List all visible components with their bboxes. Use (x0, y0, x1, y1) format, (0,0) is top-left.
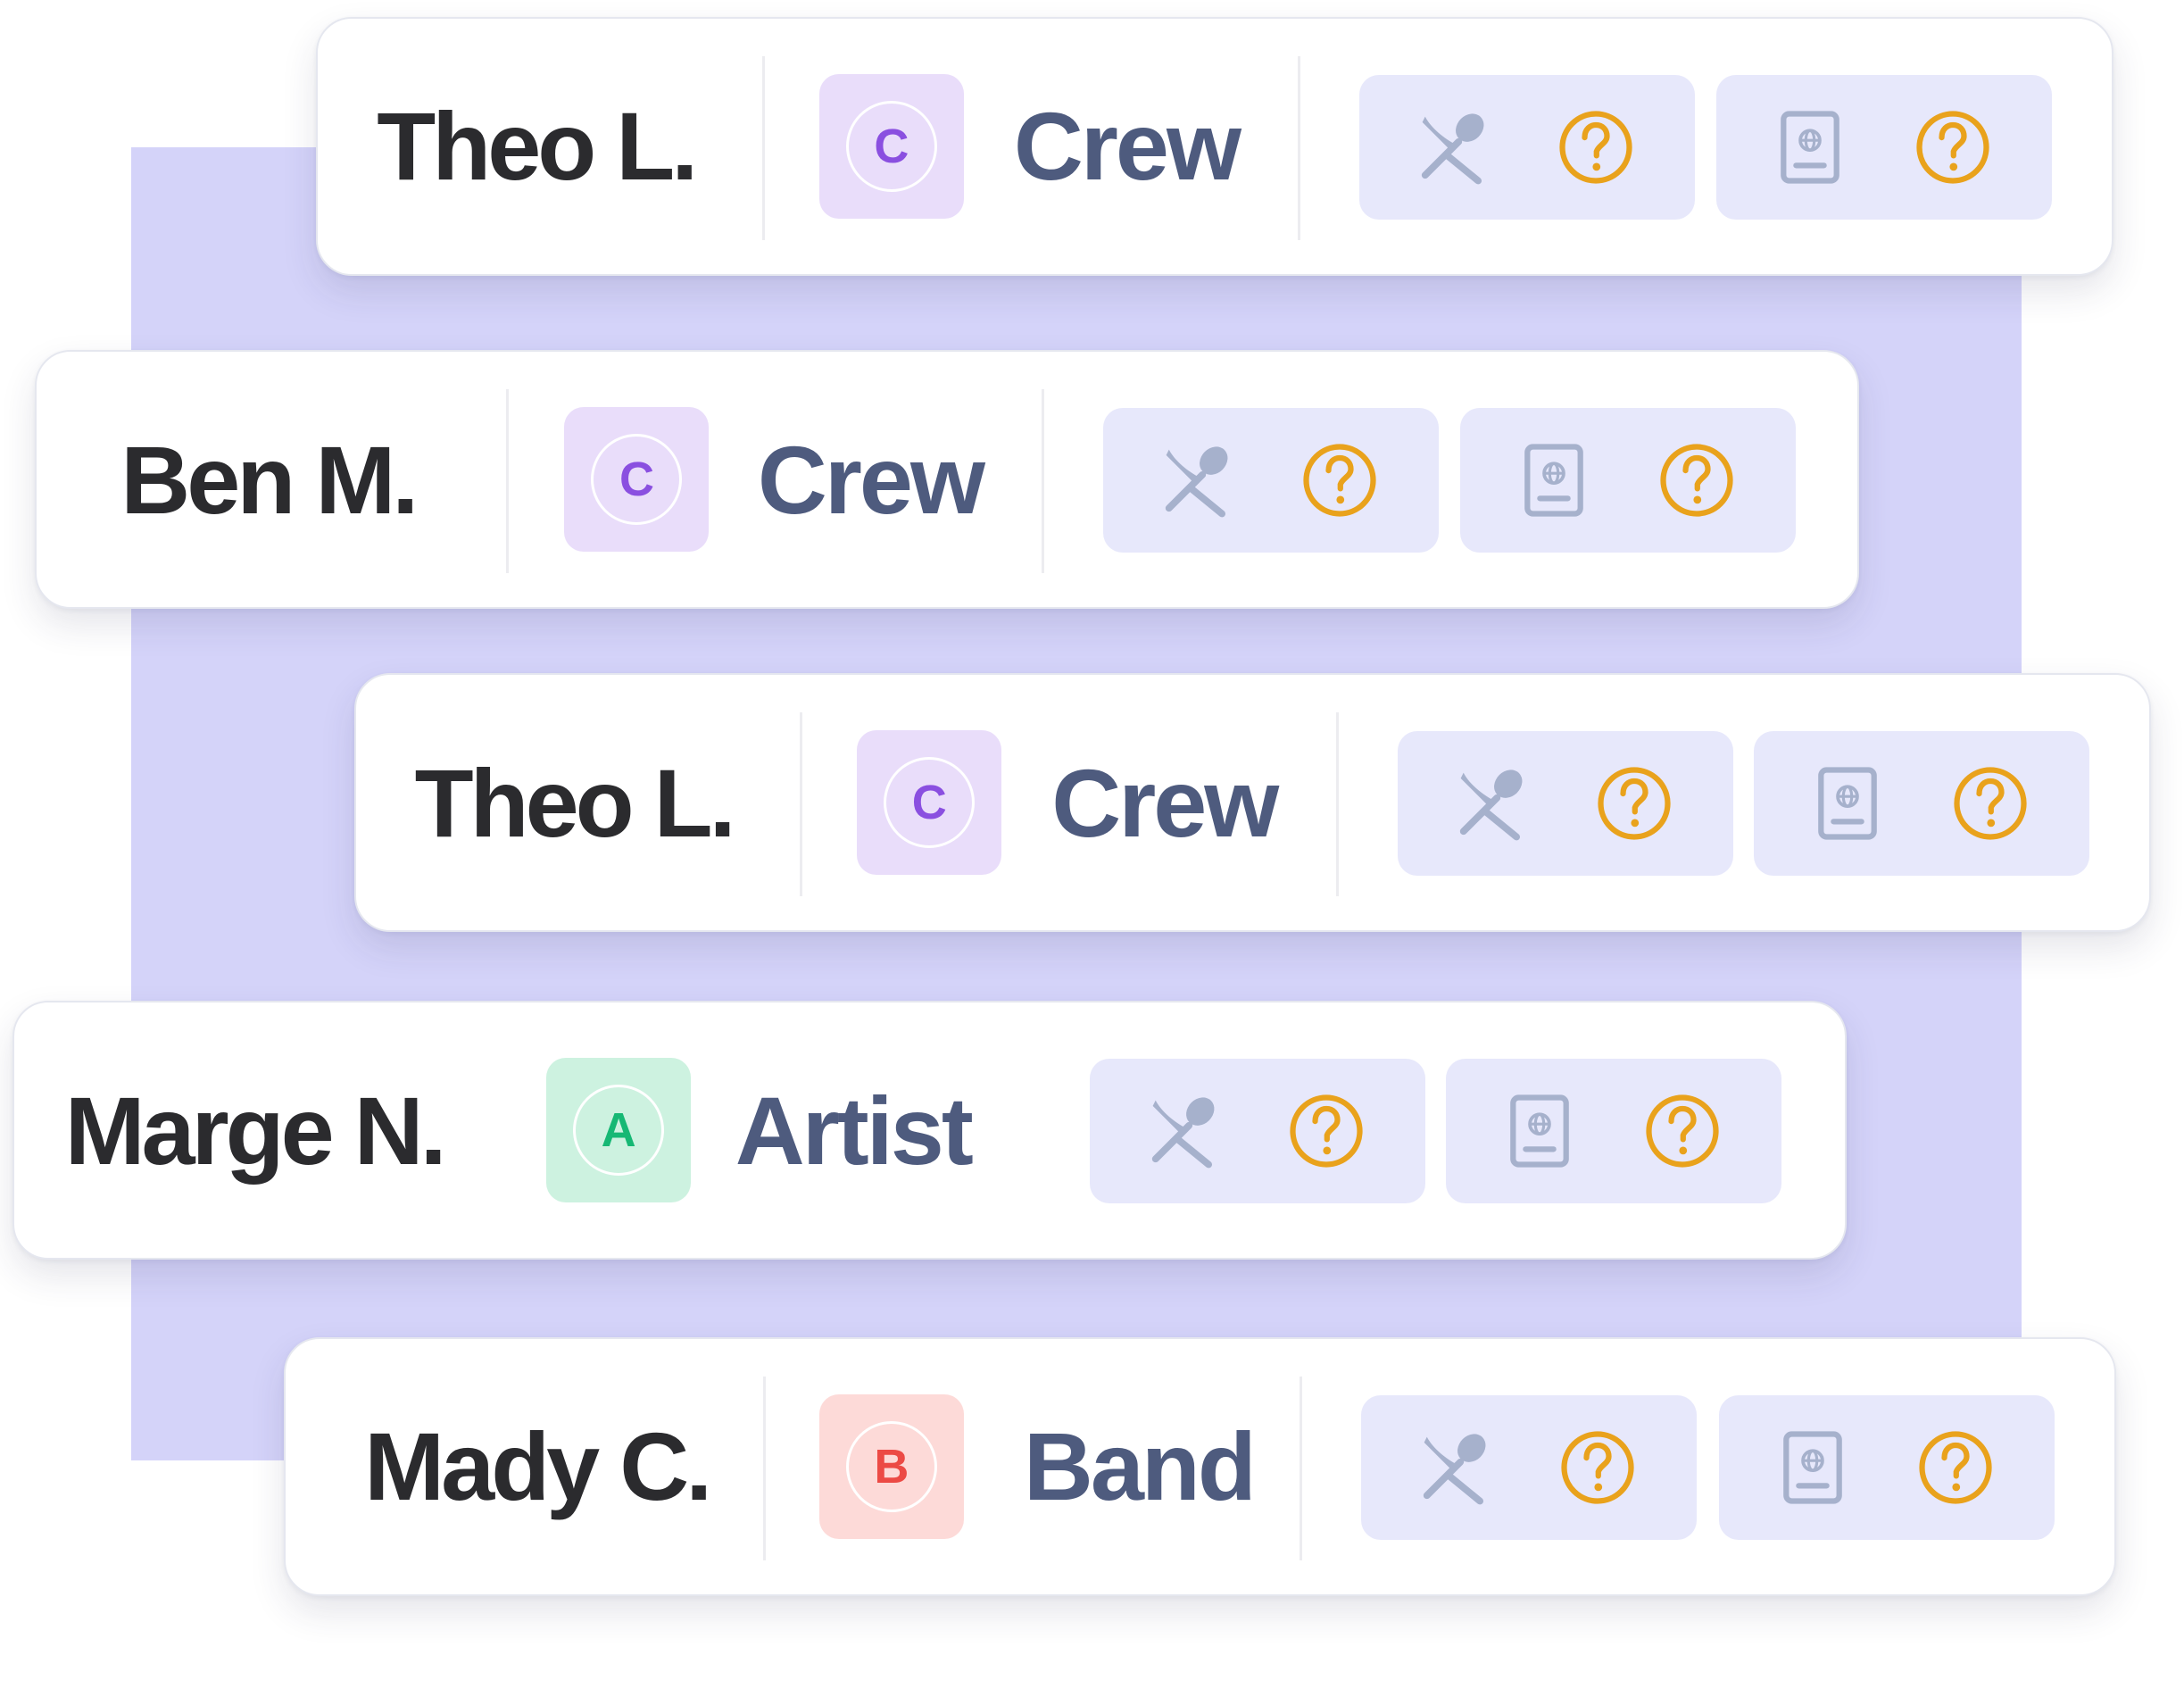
column-divider (1335, 712, 1339, 897)
role-letter: C (845, 100, 937, 192)
passport-icon (1495, 1086, 1584, 1176)
person-row[interactable]: Ben M. C Crew (35, 350, 1859, 610)
role-badge: A (546, 1058, 692, 1203)
role-letter: A (573, 1085, 665, 1177)
column-divider (1042, 389, 1045, 574)
passport-icon (1509, 436, 1599, 525)
passport-status-box[interactable] (1446, 1059, 1782, 1204)
role-badge: C (857, 730, 1002, 876)
column-divider (761, 55, 765, 240)
meal-icon (1410, 1423, 1499, 1512)
question-icon[interactable] (1908, 103, 1997, 192)
meal-icon (1139, 1086, 1228, 1176)
role-label: Crew (1013, 92, 1241, 201)
person-name: Theo L. (414, 748, 736, 857)
column-divider (763, 1376, 767, 1560)
question-icon[interactable] (1551, 103, 1640, 192)
role-label: Crew (1051, 748, 1279, 857)
meal-status-box[interactable] (1397, 731, 1733, 877)
meal-icon (1408, 103, 1498, 192)
question-icon[interactable] (1590, 759, 1679, 848)
question-icon[interactable] (1652, 436, 1741, 525)
person-name: Mady C. (364, 1412, 712, 1521)
role-letter: C (591, 434, 683, 526)
person-name: Marge N. (64, 1076, 447, 1185)
role-badge: C (818, 73, 964, 219)
person-name: Ben M. (120, 425, 419, 534)
passport-icon (1803, 759, 1892, 848)
meal-status-box[interactable] (1089, 1059, 1425, 1204)
column-divider (799, 712, 802, 897)
passport-icon (1765, 103, 1855, 192)
column-divider (1299, 1376, 1302, 1560)
person-row[interactable]: Theo L. C Crew (316, 16, 2114, 276)
passport-status-box[interactable] (1754, 731, 2090, 877)
person-row[interactable]: Mady C. B Band (284, 1336, 2117, 1596)
role-label: Artist (735, 1076, 974, 1185)
role-label: Band (1023, 1412, 1257, 1521)
role-badge: C (564, 407, 710, 553)
question-icon[interactable] (1946, 759, 2035, 848)
role-badge: B (818, 1393, 964, 1539)
meal-status-box[interactable] (1103, 408, 1440, 553)
person-row[interactable]: Marge N. A Artist (12, 1001, 1847, 1260)
column-divider (505, 389, 509, 574)
question-icon[interactable] (1911, 1423, 2000, 1512)
passport-status-box[interactable] (1460, 408, 1797, 553)
column-divider (1298, 55, 1301, 240)
person-row[interactable]: Theo L. C Crew (353, 673, 2152, 933)
passport-icon (1768, 1423, 1857, 1512)
question-icon[interactable] (1638, 1086, 1727, 1176)
question-icon[interactable] (1295, 436, 1384, 525)
passport-status-box[interactable] (1719, 1394, 2055, 1540)
meal-status-box[interactable] (1360, 1394, 1697, 1540)
role-label: Crew (757, 425, 985, 534)
role-letter: B (845, 1420, 937, 1512)
role-letter: C (884, 757, 976, 849)
question-icon[interactable] (1282, 1086, 1371, 1176)
passport-status-box[interactable] (1716, 74, 2053, 220)
person-name: Theo L. (377, 92, 698, 201)
meal-status-box[interactable] (1359, 74, 1696, 220)
meal-icon (1447, 759, 1536, 848)
meal-icon (1152, 436, 1241, 525)
question-icon[interactable] (1553, 1423, 1642, 1512)
